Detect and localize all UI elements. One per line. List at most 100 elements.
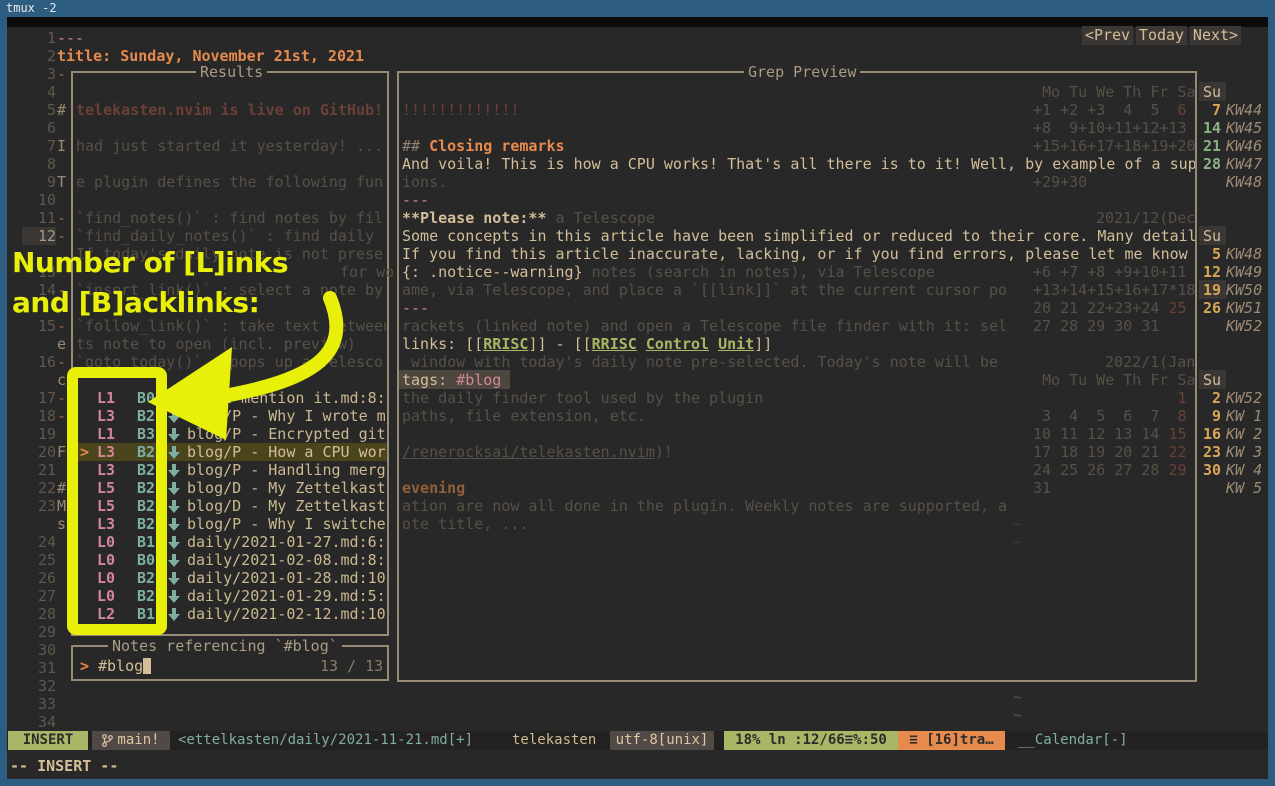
text-seg: a Telescope xyxy=(547,209,655,227)
calendar-dim-row: +15+16+17+18+19+20 xyxy=(1033,137,1196,155)
result-item-label: blog/P - Why I wrote m xyxy=(187,407,385,425)
calendar-statusline: __Calendar[-] xyxy=(1018,731,1128,750)
annotation-text-line2: and [B]acklinks: xyxy=(12,284,259,322)
text-seg: blog/P - How a CPU wor xyxy=(187,443,385,461)
calendar-sunday-date[interactable]: 5 xyxy=(1203,245,1221,263)
buffer-name: telekasten xyxy=(512,731,596,750)
calendar-sunday-date[interactable]: 28 xyxy=(1203,155,1221,173)
calendar-sunday-date[interactable]: 2 xyxy=(1203,389,1221,407)
text-seg: Today xyxy=(1139,26,1184,44)
text-seg: notes (search in notes), via Telescope xyxy=(583,263,935,281)
calendar-dim-row: 20 21 22+23+24 25 xyxy=(1033,299,1187,317)
calendar-dim-row: +29+30 xyxy=(1033,173,1087,191)
buffer-text-fragment: # xyxy=(57,479,66,497)
empty-buffer-tilde: ~ xyxy=(1013,533,1022,551)
calendar-sunday-date[interactable]: 7 xyxy=(1203,101,1221,119)
calendar-sunday-date[interactable]: 30 xyxy=(1203,461,1221,479)
calendar-sunday-date[interactable]: 14 xyxy=(1203,119,1221,137)
text-seg: blog/P - Handling merg xyxy=(187,461,385,479)
calendar-week-number: KW49 xyxy=(1226,263,1262,281)
text-seg: links: [[ xyxy=(402,335,483,353)
text-seg: <Prev xyxy=(1085,26,1130,44)
result-item-label: i mention it.md:8: xyxy=(187,389,385,407)
text-seg xyxy=(709,335,718,353)
calendar-sunday-date[interactable]: 12 xyxy=(1203,263,1221,281)
prompt-query-input[interactable]: #blog xyxy=(98,657,143,675)
text-seg: e xyxy=(57,335,66,353)
text-seg: I xyxy=(57,137,66,155)
text-seg: - xyxy=(57,389,66,407)
preview-line: Some concepts in this article have been … xyxy=(402,227,1195,245)
git-branch-label: main! xyxy=(117,731,159,750)
text-seg: 20 xyxy=(38,443,56,461)
gutter-line-number: 26 xyxy=(22,569,56,587)
text-seg: 20 21 22+23+24 xyxy=(1033,299,1159,317)
preview-line: window with today's daily note pre-selec… xyxy=(402,353,1195,371)
calendar-sunday-date[interactable]: 21 xyxy=(1203,137,1221,155)
text-seg: had just started it yesterday! ... xyxy=(76,137,383,155)
buffer-line: --- xyxy=(57,29,84,47)
today-button[interactable]: Today xyxy=(1136,26,1187,45)
buffer-text-fragment: - xyxy=(57,389,66,407)
text-seg: rackets (linked note) and open a Telesco… xyxy=(402,317,1007,335)
text-seg: ote title, ... xyxy=(402,515,528,533)
gutter-line-number: 33 xyxy=(22,695,56,713)
text-seg: ## xyxy=(402,137,429,155)
text-seg: --- xyxy=(402,299,429,317)
window-titlebar[interactable]: tmux -2 xyxy=(0,0,1275,17)
calendar-dim-row: 31 xyxy=(1033,479,1051,497)
result-item-label: daily/2021-01-29.md:5: xyxy=(187,587,385,605)
calendar-sunday-date[interactable]: 26 xyxy=(1203,299,1221,317)
prev-button[interactable]: <Prev xyxy=(1082,26,1133,45)
text-seg: 15 xyxy=(1168,425,1186,443)
gutter-line-number: 3 xyxy=(22,65,56,83)
calendar-sunday-header: Su xyxy=(1203,227,1221,245)
gutter-line-number: 22 xyxy=(22,479,56,497)
text-seg: 22 xyxy=(1168,443,1186,461)
results-dim-line: e plugin defines the following fun xyxy=(76,173,386,191)
text-seg: 2 xyxy=(47,47,56,65)
result-item-label: blog/P - Encrypted git xyxy=(187,425,385,443)
text-seg: window with today's daily note pre-selec… xyxy=(402,353,998,371)
prompt-result-counter: 13 / 13 xyxy=(320,657,383,675)
text-seg: 21 xyxy=(38,461,56,479)
text-seg: +29+30 xyxy=(1033,173,1087,191)
prompt-title: Notes referencing `#blog` xyxy=(108,637,342,655)
text-seg: 25 xyxy=(1159,299,1186,317)
text-seg: +13+14+15+16+17*18 xyxy=(1033,281,1196,299)
text-seg: ~ xyxy=(1013,515,1022,533)
calendar-sunday-date[interactable]: 23 xyxy=(1203,443,1221,461)
buffer-text-fragment: - xyxy=(57,407,66,425)
calendar-sunday-date[interactable]: 9 xyxy=(1203,407,1221,425)
text-seg: KW 4 xyxy=(1226,461,1262,479)
text-seg: 12 xyxy=(38,227,56,245)
annotation-text-line1: Number of [L]inks xyxy=(12,244,288,282)
text-seg: 9 xyxy=(1212,407,1221,425)
text-seg: 2022/1(Jan xyxy=(1105,353,1195,371)
calendar-dim-row: 3 4 5 6 7 8 xyxy=(1033,407,1187,425)
calendar-sunday-date[interactable]: 19 xyxy=(1203,281,1221,299)
calendar-sunday-date[interactable]: 16 xyxy=(1203,425,1221,443)
text-seg: daily/2021-01-29.md:5: xyxy=(187,587,385,605)
window-border-bottom xyxy=(0,779,1275,786)
next-button[interactable]: Next> xyxy=(1190,26,1241,45)
text-seg: KW50 xyxy=(1226,281,1262,299)
calendar-sunday-header: Su xyxy=(1203,83,1221,101)
text-seg: 24 25 26 27 28 xyxy=(1033,461,1168,479)
text-seg: ts note to open (incl. preview) xyxy=(76,335,356,353)
text-seg: 3 4 5 6 7 xyxy=(1033,407,1168,425)
text-seg: KW 3 xyxy=(1226,443,1262,461)
text-seg: `find_notes()` : find notes by fil xyxy=(76,209,383,227)
text-seg: telekasten.nvim is live on GitHub! xyxy=(76,101,383,119)
text-seg: s xyxy=(57,515,66,533)
gutter-line-number: 17 xyxy=(22,389,56,407)
buffer-text-fragment: M xyxy=(57,497,66,515)
text-seg: 29 xyxy=(38,623,56,641)
text-seg: 6 xyxy=(1168,101,1186,119)
text-seg: - xyxy=(57,353,66,371)
buffer-text-fragment: - xyxy=(57,227,66,245)
calendar-week-number: KW 1 xyxy=(1226,407,1262,425)
gutter-line-number: 4 xyxy=(22,83,56,101)
text-seg: daily/2021-02-12.md:10 xyxy=(187,605,385,623)
text-seg: 3 xyxy=(47,65,56,83)
